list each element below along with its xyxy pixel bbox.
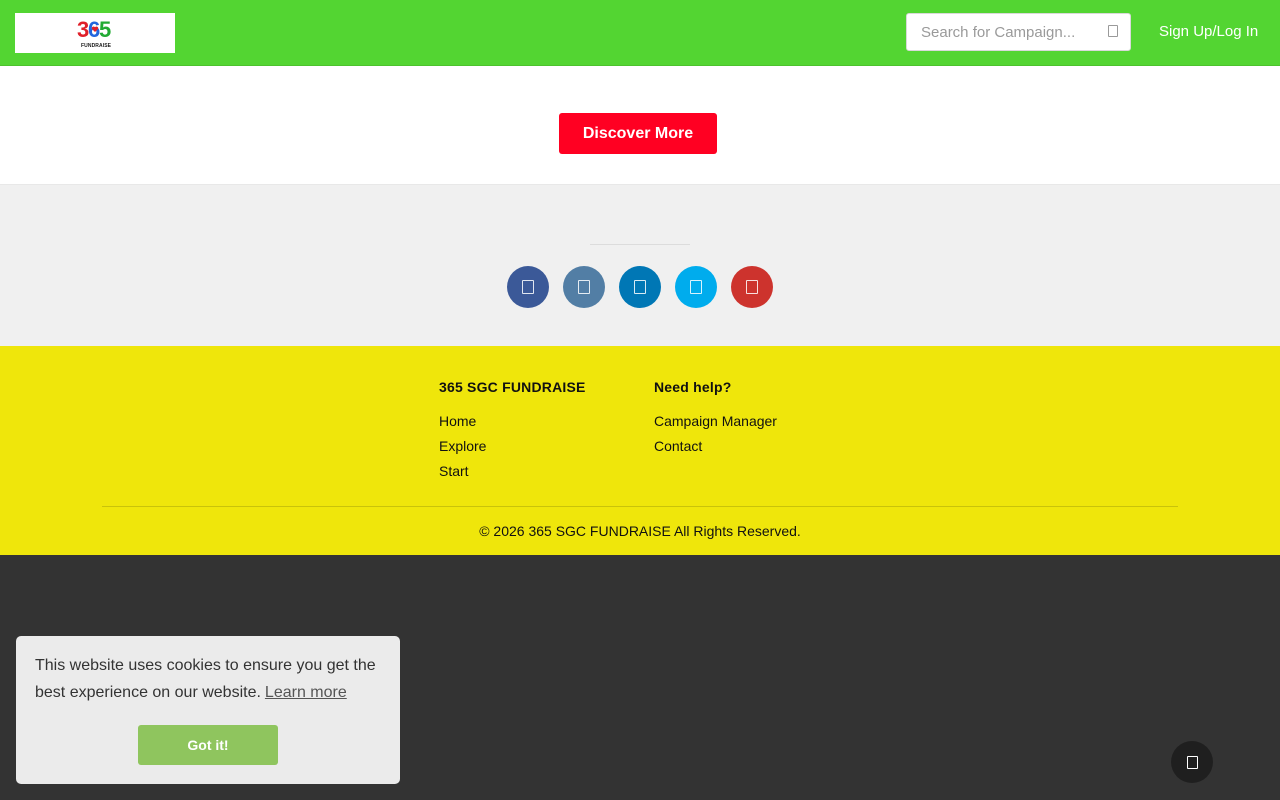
footer-link-campaign-manager[interactable]: Campaign Manager bbox=[654, 409, 777, 434]
copyright-text: © 2026 365 SGC FUNDRAISE All Rights Rese… bbox=[479, 523, 801, 539]
logo-mark-icon: 3 6 5 bbox=[77, 17, 111, 42]
twitter-icon bbox=[690, 280, 702, 294]
footer-link-contact[interactable]: Contact bbox=[654, 434, 777, 459]
footer-link-explore[interactable]: Explore bbox=[439, 434, 586, 459]
cookie-learn-more-link[interactable]: Learn more bbox=[265, 684, 347, 701]
social-button-2[interactable] bbox=[563, 266, 605, 308]
twitter-button[interactable] bbox=[675, 266, 717, 308]
discover-more-button[interactable]: Discover More bbox=[559, 113, 717, 154]
floating-action-button[interactable] bbox=[1171, 741, 1213, 783]
search-icon[interactable] bbox=[1108, 25, 1118, 37]
social-links bbox=[507, 266, 773, 308]
footer-column-brand: 365 SGC FUNDRAISE Home Explore Start bbox=[439, 379, 586, 484]
signup-login-link[interactable]: Sign Up/Log In bbox=[1159, 23, 1258, 40]
social-icon bbox=[578, 280, 590, 294]
linkedin-icon bbox=[634, 280, 646, 294]
youtube-icon bbox=[746, 280, 758, 294]
facebook-icon bbox=[522, 280, 534, 294]
footer-link-home[interactable]: Home bbox=[439, 409, 586, 434]
search-input[interactable] bbox=[907, 14, 1097, 50]
logo-wordmark: FUNDRAISE bbox=[81, 43, 112, 49]
linkedin-button[interactable] bbox=[619, 266, 661, 308]
social-section bbox=[0, 184, 1280, 346]
site-logo[interactable]: 3 6 5 FUNDRAISE bbox=[15, 13, 175, 53]
site-header: 3 6 5 FUNDRAISE Sign Up/Log In bbox=[0, 0, 1280, 66]
footer-heading-help: Need help? bbox=[654, 379, 732, 395]
footer-divider bbox=[102, 506, 1178, 507]
chat-icon bbox=[1186, 755, 1198, 769]
svg-text:5: 5 bbox=[99, 17, 111, 42]
cookie-accept-button[interactable]: Got it! bbox=[138, 725, 278, 765]
footer-column-help: Need help? Campaign Manager Contact bbox=[654, 379, 777, 459]
cookie-banner: This website uses cookies to ensure you … bbox=[16, 636, 400, 784]
footer-heading-brand: 365 SGC FUNDRAISE bbox=[439, 379, 586, 395]
youtube-button[interactable] bbox=[731, 266, 773, 308]
footer-link-start[interactable]: Start bbox=[439, 459, 586, 484]
discover-section: Discover More bbox=[0, 66, 1280, 184]
search-box bbox=[906, 13, 1131, 51]
facebook-button[interactable] bbox=[507, 266, 549, 308]
cookie-message-wrap: This website uses cookies to ensure you … bbox=[35, 652, 381, 706]
site-footer: 365 SGC FUNDRAISE Home Explore Start Nee… bbox=[0, 346, 1280, 555]
social-divider bbox=[590, 244, 690, 245]
